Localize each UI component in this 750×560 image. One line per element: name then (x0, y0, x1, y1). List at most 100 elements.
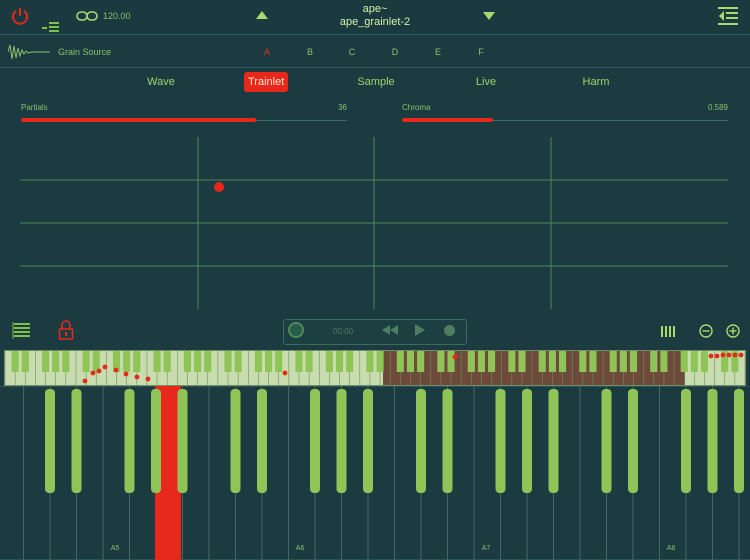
mini-note-dot (708, 353, 714, 359)
mini-note-dot (720, 352, 726, 358)
black-key (601, 389, 612, 493)
slot-e[interactable]: E (432, 47, 444, 57)
chroma-value: 0.589 (707, 103, 728, 112)
mini-note-dot (82, 378, 88, 384)
black-key (416, 389, 426, 493)
mini-note-dot (96, 368, 102, 374)
black-key (257, 389, 267, 493)
mini-black-key (619, 351, 627, 372)
slot-a[interactable]: A (261, 47, 273, 57)
black-key (336, 389, 347, 493)
mini-note-dot (726, 352, 732, 358)
plus-icon[interactable] (726, 324, 740, 338)
mini-black-key (234, 351, 242, 372)
black-key (628, 389, 638, 493)
mini-note-dot (102, 364, 108, 370)
mini-note-dot (714, 353, 720, 359)
stack-icon[interactable] (12, 322, 32, 340)
mini-black-key (204, 351, 212, 372)
mini-black-key (477, 351, 485, 372)
mini-black-key (62, 351, 70, 372)
mini-note-dot (145, 376, 151, 382)
mini-black-key (396, 351, 404, 372)
mini-note-dot (738, 352, 744, 358)
mini-black-key (163, 351, 171, 372)
tab-wave[interactable]: Wave (138, 72, 184, 92)
minus-icon[interactable] (699, 324, 713, 338)
grain-source-label: Grain Source (58, 47, 112, 57)
tab-live[interactable]: Live (468, 72, 504, 92)
black-key (177, 389, 188, 493)
mini-black-key (376, 351, 384, 372)
trainlet-graph[interactable] (20, 137, 728, 309)
octave-label-a5: A5 (111, 545, 120, 552)
mini-black-key (406, 351, 415, 372)
stop-icon[interactable] (444, 325, 455, 336)
black-key (363, 389, 373, 493)
black-key (681, 389, 691, 493)
black-key (310, 389, 320, 493)
black-key (151, 389, 161, 493)
next-preset-button[interactable] (483, 12, 495, 20)
preset-title-line1: ape~ (362, 3, 388, 15)
tab-trainlet[interactable]: Trainlet (244, 72, 288, 92)
preset-title-line2: ape_grainlet-2 (339, 16, 411, 28)
mini-black-key (295, 351, 303, 372)
black-key (548, 389, 559, 493)
partials-fill[interactable] (21, 118, 256, 122)
mini-black-key (42, 351, 50, 372)
octave-label-a6: A6 (296, 545, 305, 552)
power-icon[interactable] (10, 6, 30, 26)
link-icon[interactable] (76, 9, 98, 23)
mini-black-key (335, 351, 344, 372)
mini-black-key (447, 351, 455, 372)
mini-black-key (609, 351, 617, 372)
grain-source-row (0, 35, 750, 68)
mini-black-key (275, 351, 283, 372)
control-point (214, 182, 224, 192)
mini-black-key (437, 351, 445, 372)
mini-black-key (133, 351, 141, 372)
mini-note-dot (123, 371, 129, 377)
black-key (707, 389, 718, 493)
play-icon[interactable] (414, 324, 426, 336)
bars-icon[interactable] (661, 326, 675, 337)
mini-black-key (224, 351, 232, 372)
visible-range (383, 351, 685, 385)
rewind-icon[interactable] (382, 325, 398, 335)
mini-black-key (21, 351, 29, 372)
slot-f[interactable]: F (475, 47, 487, 57)
black-key (45, 389, 55, 493)
black-key (124, 389, 135, 493)
waveform-icon (8, 44, 50, 60)
mini-black-key (52, 351, 60, 372)
transport-panel (283, 319, 467, 345)
previous-preset-button[interactable] (256, 11, 268, 19)
mini-black-key (518, 351, 526, 372)
record-icon[interactable] (288, 322, 304, 338)
black-key (522, 389, 532, 493)
mini-black-key (366, 351, 374, 372)
black-key (71, 389, 82, 493)
mini-black-key (690, 351, 698, 372)
tab-sample[interactable]: Sample (352, 72, 400, 92)
slot-b[interactable]: B (304, 47, 316, 57)
menu-icon[interactable] (717, 6, 739, 26)
mini-note-dot (452, 354, 458, 360)
chroma-fill[interactable] (402, 118, 494, 122)
mini-black-key (254, 351, 262, 372)
lock-icon[interactable] (58, 320, 74, 340)
tab-harm[interactable]: Harm (574, 72, 618, 92)
mini-black-key (194, 351, 202, 372)
keyboard-overview[interactable] (4, 350, 746, 386)
mini-black-key (660, 351, 668, 372)
mini-black-key (680, 351, 688, 372)
black-key (230, 389, 241, 493)
mini-black-key (629, 351, 638, 372)
partials-value: 36 (338, 103, 347, 112)
mini-black-key (305, 351, 313, 372)
slot-c[interactable]: C (346, 47, 358, 57)
slot-d[interactable]: D (389, 47, 401, 57)
piano-keyboard[interactable]: A5 A6 A7 A8 (0, 386, 750, 560)
tempo-display[interactable]: 120.00 (103, 11, 131, 21)
